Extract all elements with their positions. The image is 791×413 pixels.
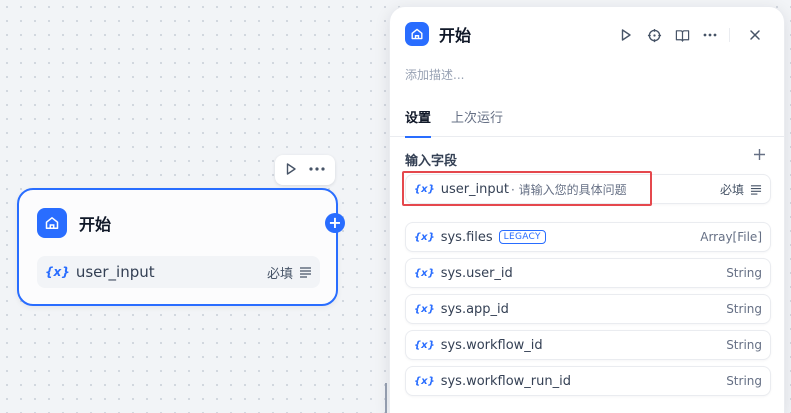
field-type: String xyxy=(726,374,762,388)
more-icon xyxy=(703,33,717,37)
description-input[interactable]: 添加描述... xyxy=(405,66,464,83)
variable-icon: {x} xyxy=(414,267,435,279)
node-toolbar xyxy=(275,155,335,185)
divider xyxy=(729,28,730,42)
run-node-button[interactable] xyxy=(284,161,298,180)
field-sys-workflow-id[interactable]: {x} sys.workflow_id String xyxy=(405,330,771,360)
required-tag: 必填 xyxy=(719,182,744,197)
paragraph-icon xyxy=(750,184,762,195)
home-icon xyxy=(37,208,67,238)
panel-tabs: 设置 上次运行 xyxy=(390,105,784,138)
variable-icon: {x} xyxy=(414,375,435,387)
close-icon xyxy=(750,30,760,40)
variable-icon: {x} xyxy=(414,231,435,243)
field-name: sys.workflow_id xyxy=(440,337,543,353)
tab-last-run[interactable]: 上次运行 xyxy=(451,107,503,136)
home-icon xyxy=(405,22,429,46)
field-name: sys.workflow_run_id xyxy=(440,373,571,389)
field-name: sys.app_id xyxy=(440,301,509,317)
variable-icon: {x} xyxy=(414,183,435,195)
plus-icon xyxy=(754,149,765,160)
field-description: · 请输入您的具体问题 xyxy=(511,182,627,197)
more-icon xyxy=(309,166,325,171)
field-sys-user-id[interactable]: {x} sys.user_id String xyxy=(405,258,771,288)
node-settings-panel: 开始 添加描述... 设置 上次运行 输入字段 {x} user_input ·… xyxy=(389,6,785,413)
close-panel-button[interactable] xyxy=(744,24,766,46)
variable-icon: {x} xyxy=(414,303,435,315)
node-title: 开始 xyxy=(79,215,112,234)
field-type: String xyxy=(726,338,762,352)
field-type: String xyxy=(726,302,762,316)
variable-icon: {x} xyxy=(414,339,435,351)
field-sys-files[interactable]: {x} sys.files LEGACY Array[File] xyxy=(405,222,771,252)
panel-header: 开始 xyxy=(405,22,471,46)
section-title: 输入字段 xyxy=(405,154,458,169)
locate-button[interactable] xyxy=(643,24,665,46)
node-header: 开始 xyxy=(37,208,111,238)
add-field-button[interactable] xyxy=(753,147,766,165)
play-icon xyxy=(621,29,631,41)
field-user-input[interactable]: {x} user_input · 请输入您的具体问题 必填 xyxy=(405,174,771,204)
required-tag: 必填 xyxy=(266,266,293,282)
variable-name: user_input xyxy=(75,263,155,281)
field-name: user_input xyxy=(440,181,509,197)
node-variable-row[interactable]: {x} user_input 必填 xyxy=(37,256,320,288)
start-node[interactable]: 开始 {x} user_input 必填 xyxy=(17,188,338,306)
node-more-button[interactable] xyxy=(308,161,326,180)
field-sys-workflow-run-id[interactable]: {x} sys.workflow_run_id String xyxy=(405,366,771,396)
field-type: String xyxy=(726,266,762,280)
panel-actions xyxy=(609,24,766,46)
variable-icon: {x} xyxy=(45,265,70,279)
panel-more-button[interactable] xyxy=(699,24,721,46)
docs-button[interactable] xyxy=(671,24,693,46)
play-icon xyxy=(286,162,296,175)
paragraph-icon xyxy=(300,267,311,278)
tab-settings[interactable]: 设置 xyxy=(405,107,432,138)
add-next-node-button[interactable]: + xyxy=(325,213,345,233)
field-name: sys.files xyxy=(440,229,493,245)
crosshair-icon xyxy=(647,28,661,42)
legacy-badge: LEGACY xyxy=(498,230,546,244)
panel-title[interactable]: 开始 xyxy=(439,22,471,46)
field-type: Array[File] xyxy=(700,230,762,244)
canvas-edge xyxy=(385,383,387,413)
field-sys-app-id[interactable]: {x} sys.app_id String xyxy=(405,294,771,324)
book-icon xyxy=(675,29,689,42)
field-name: sys.user_id xyxy=(440,265,513,281)
run-step-button[interactable] xyxy=(615,24,637,46)
